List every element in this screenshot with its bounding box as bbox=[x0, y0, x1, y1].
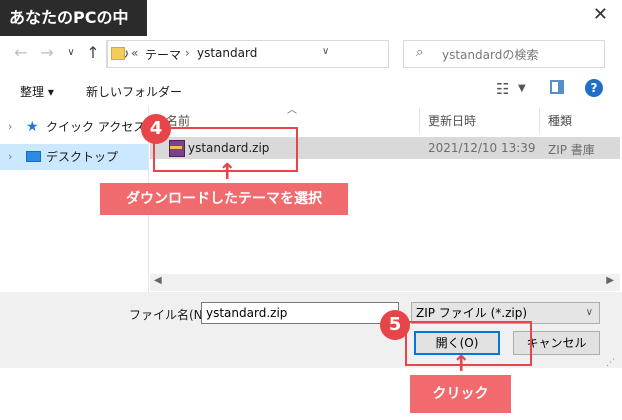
address-overflow[interactable]: « bbox=[131, 46, 138, 60]
help-icon[interactable]: ? bbox=[585, 79, 603, 97]
sidebar-item-desktop[interactable]: › デスクトップ bbox=[0, 144, 148, 170]
sidebar-item-quick-access[interactable]: › ★ クイック アクセス bbox=[0, 114, 148, 140]
back-arrow-icon[interactable]: ← bbox=[10, 36, 32, 70]
window-title: あなたのPCの中 bbox=[0, 0, 147, 36]
breadcrumb-separator: › bbox=[185, 46, 190, 60]
column-divider[interactable] bbox=[539, 108, 540, 134]
arrow-up-icon: ↑ bbox=[218, 160, 237, 185]
chevron-down-icon[interactable]: ∨ bbox=[586, 303, 593, 323]
breadcrumb-theme[interactable]: テーマ bbox=[145, 46, 181, 63]
folder-icon bbox=[111, 47, 125, 60]
recent-dropdown-icon[interactable]: ∨ bbox=[60, 36, 82, 70]
step-4-badge: 4 bbox=[141, 114, 171, 144]
resize-grip-icon[interactable]: ⋰ bbox=[606, 358, 616, 368]
search-input[interactable]: ⌕ ystandardの検索 bbox=[403, 40, 605, 68]
view-dropdown-icon[interactable]: ▼ bbox=[518, 83, 526, 94]
desktop-icon bbox=[26, 151, 41, 162]
column-header-date[interactable]: 更新日時 bbox=[428, 108, 476, 134]
address-bar[interactable]: « テーマ › ystandard ∨ ↻ bbox=[106, 40, 389, 68]
search-icon: ⌕ bbox=[416, 45, 424, 60]
up-arrow-icon[interactable]: ↑ bbox=[82, 36, 104, 70]
column-divider[interactable] bbox=[419, 108, 420, 134]
arrow-up-icon: ↑ bbox=[452, 352, 471, 377]
sidebar-item-label: クイック アクセス bbox=[46, 120, 146, 134]
filetype-value: ZIP ファイル (*.zip) bbox=[416, 306, 528, 320]
sidebar-item-label: デスクトップ bbox=[46, 150, 119, 164]
sort-up-icon: ︿ bbox=[287, 105, 297, 116]
new-folder-button[interactable]: 新しいフォルダー bbox=[86, 83, 182, 100]
chevron-right-icon[interactable]: › bbox=[8, 144, 12, 170]
scroll-left-icon[interactable]: ◀ bbox=[154, 275, 162, 286]
close-icon[interactable]: ✕ bbox=[593, 4, 608, 25]
filename-input[interactable]: ystandard.zip bbox=[201, 302, 399, 324]
organize-button[interactable]: 整理 ▾ bbox=[20, 83, 54, 100]
file-type: ZIP 書庫 bbox=[548, 143, 595, 157]
step-5-callout: クリック bbox=[410, 375, 511, 413]
chevron-right-icon[interactable]: › bbox=[8, 114, 12, 140]
scroll-right-icon[interactable]: ▶ bbox=[606, 275, 614, 286]
view-options-icon[interactable]: ☷ bbox=[496, 80, 509, 98]
address-dropdown-icon[interactable]: ∨ bbox=[322, 46, 329, 57]
step-5-badge: 5 bbox=[380, 310, 410, 340]
step-4-callout: ダウンロードしたテーマを選択 bbox=[100, 183, 348, 215]
toolbar: 整理 ▾ 新しいフォルダー ☷ ▼ ? bbox=[0, 74, 622, 106]
preview-pane-icon[interactable] bbox=[550, 80, 564, 94]
column-header-type[interactable]: 種類 bbox=[548, 108, 572, 134]
search-placeholder: ystandardの検索 bbox=[442, 48, 539, 62]
filename-label: ファイル名(N): bbox=[129, 308, 212, 322]
file-date: 2021/12/10 13:39 bbox=[428, 141, 536, 155]
breadcrumb-ystandard[interactable]: ystandard bbox=[197, 46, 257, 60]
horizontal-scrollbar[interactable]: ◀ ▶ bbox=[150, 274, 620, 291]
star-icon: ★ bbox=[26, 119, 39, 135]
forward-arrow-icon[interactable]: → bbox=[36, 36, 58, 70]
